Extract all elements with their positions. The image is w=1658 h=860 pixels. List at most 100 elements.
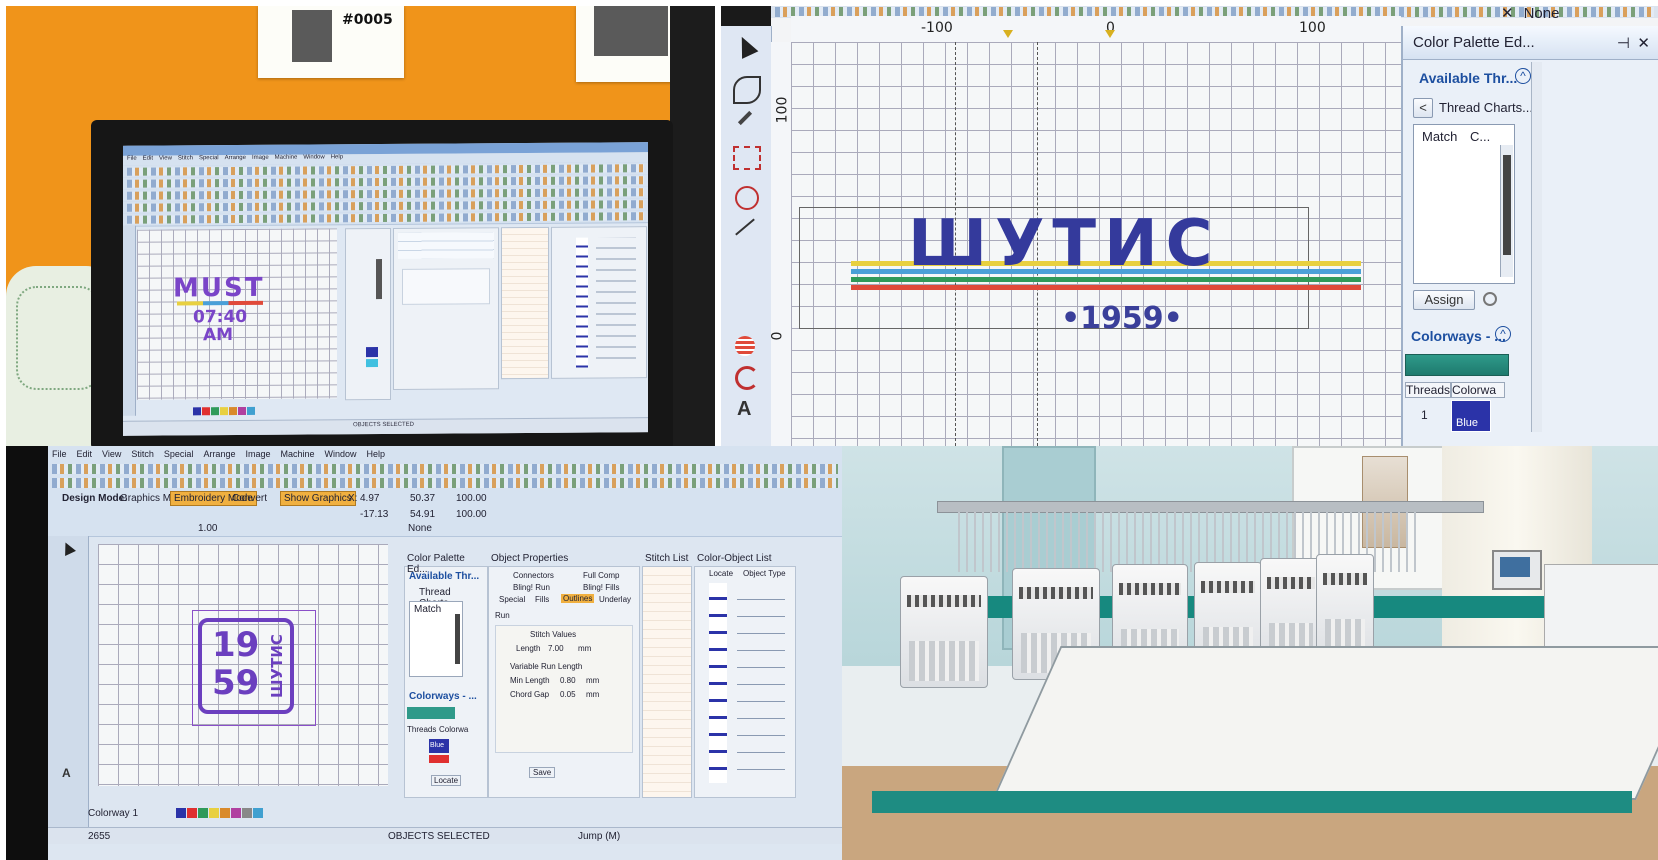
tab-fills[interactable]: Fills [535, 595, 549, 604]
tab-full-comp[interactable]: Full Comp [583, 571, 619, 580]
object-icons[interactable] [737, 583, 785, 783]
swatch[interactable] [242, 808, 252, 818]
object-properties-panel[interactable] [393, 227, 499, 390]
fill-circle-icon[interactable] [735, 336, 755, 356]
select-icon[interactable] [733, 33, 759, 59]
toolbar-2[interactable] [48, 476, 842, 491]
text-tool-icon[interactable]: A [737, 398, 751, 421]
w-value[interactable]: 50.37 [410, 493, 435, 504]
left-toolbox[interactable]: A [48, 536, 89, 836]
color-palette-panel[interactable] [345, 227, 391, 401]
menu-view[interactable]: View [102, 449, 121, 459]
select-icon[interactable] [60, 540, 76, 556]
tab-bling-run[interactable]: Bling! Run [513, 583, 550, 592]
x-value[interactable]: 4.97 [360, 493, 379, 504]
locate-button[interactable]: Locate [709, 569, 733, 578]
design-canvas[interactable]: MUST 07:40 AM [137, 228, 337, 400]
left-toolbox[interactable] [123, 225, 136, 416]
object-type-button[interactable]: Object Type [743, 569, 786, 578]
menu-edit[interactable]: Edit [143, 156, 153, 162]
tab-connectors[interactable]: Connectors [513, 571, 554, 580]
min-length-input[interactable]: 0.80 [560, 676, 576, 685]
tab-outlines[interactable]: Outlines [561, 594, 595, 603]
color-palette-panel[interactable]: Color Palette Ed... ⊣ ✕ Available Thr...… [1401, 26, 1658, 446]
assign-button[interactable]: Assign [1413, 290, 1475, 310]
toolbar-4[interactable]: 1.00 None [48, 522, 842, 537]
length-input[interactable]: 7.00 [548, 644, 564, 653]
toolbar-3[interactable]: -17.13 54.91 100.00 [48, 508, 842, 523]
path-icon[interactable] [735, 218, 755, 236]
color-object-list-panel[interactable]: Color-Object List Locate Object Type [694, 553, 796, 798]
object-column[interactable] [709, 583, 727, 783]
toolbar-icons[interactable] [127, 212, 644, 224]
menu-machine[interactable]: Machine [275, 155, 298, 161]
collapse-icon[interactable]: ^ [1515, 68, 1531, 84]
menu-machine[interactable]: Machine [280, 449, 314, 459]
save-button[interactable]: Save [529, 767, 556, 778]
swatch[interactable] [193, 407, 201, 416]
chord-gap-input[interactable]: 0.05 [560, 690, 576, 699]
reshape-icon[interactable] [733, 76, 761, 104]
close-icon[interactable]: ✕ [1637, 34, 1650, 52]
swatch[interactable] [176, 808, 186, 818]
toolbar-1[interactable] [48, 462, 842, 477]
scroll-thumb[interactable] [455, 614, 460, 664]
pct-value[interactable]: 100.00 [456, 509, 487, 520]
text-tool-icon[interactable]: A [62, 766, 71, 780]
y-value[interactable]: -17.13 [360, 509, 388, 520]
convert-button[interactable]: Convert [232, 493, 267, 504]
object-column[interactable] [576, 237, 588, 368]
arc-icon[interactable] [735, 366, 759, 390]
pct-value[interactable]: 100.00 [456, 493, 487, 504]
thread-color-cell[interactable]: Blue [1451, 400, 1491, 432]
colorway-toolbar[interactable] [407, 707, 455, 719]
swatch[interactable] [209, 808, 219, 818]
menu-view[interactable]: View [159, 155, 172, 161]
menu-file[interactable]: File [52, 449, 67, 459]
thread-color-cell-red[interactable] [429, 755, 449, 763]
palette-strip[interactable] [193, 406, 255, 416]
stitch-icon[interactable] [733, 146, 761, 170]
collapse-icon[interactable]: ^ [1495, 326, 1511, 342]
menu-file[interactable]: File [127, 156, 137, 162]
swatch[interactable] [187, 808, 197, 818]
back-button[interactable]: < [1413, 98, 1433, 118]
swatch[interactable] [231, 808, 241, 818]
scroll-thumb[interactable] [1503, 155, 1511, 255]
close-icon[interactable]: ✕ [1501, 6, 1514, 22]
panel-scrollbar[interactable] [1531, 62, 1542, 432]
stitch-list-panel[interactable] [501, 226, 549, 380]
swatch[interactable] [198, 808, 208, 818]
menu-arrange[interactable]: Arrange [203, 449, 235, 459]
variable-run-length-checkbox[interactable]: Variable Run Length [510, 662, 582, 671]
pen-icon[interactable] [737, 110, 753, 126]
tab-special[interactable]: Special [499, 595, 525, 604]
swatch[interactable] [220, 407, 228, 416]
show-graphics-button[interactable]: Show Graphics [280, 491, 356, 506]
colorway-status[interactable]: Colorway 1 [88, 808, 138, 819]
search-icon[interactable] [1483, 292, 1497, 306]
tab-underlay[interactable]: Underlay [599, 595, 631, 604]
left-toolbox[interactable]: A [721, 26, 772, 446]
swatch[interactable] [220, 808, 230, 818]
props-tabs[interactable] [398, 232, 494, 259]
menu-image[interactable]: Image [252, 155, 269, 161]
zoom-value[interactable]: 1.00 [198, 523, 217, 534]
swatch[interactable] [202, 407, 210, 416]
stitch-list-panel[interactable]: Stitch List [642, 553, 692, 798]
thread-color-cell[interactable]: Blue [429, 739, 449, 753]
menu-image[interactable]: Image [245, 449, 270, 459]
thread-list[interactable]: Match [409, 601, 463, 677]
swatch[interactable] [211, 407, 219, 416]
menu-help[interactable]: Help [367, 449, 386, 459]
menu-window[interactable]: Window [303, 154, 324, 160]
pin-icon[interactable]: ⊣ [1617, 34, 1630, 52]
menu-items[interactable]: File Edit View Stitch Special Arrange Im… [127, 154, 343, 162]
tab-bling-fills[interactable]: Bling! Fills [583, 583, 619, 592]
menu-stitch[interactable]: Stitch [178, 155, 193, 161]
menu-window[interactable]: Window [325, 449, 357, 459]
toolbar-icons[interactable] [52, 478, 838, 488]
node-icon[interactable] [735, 186, 759, 210]
swatch[interactable] [253, 808, 263, 818]
mode-bar[interactable]: Design Mode: Graphics Mode Embroidery Mo… [48, 490, 842, 509]
